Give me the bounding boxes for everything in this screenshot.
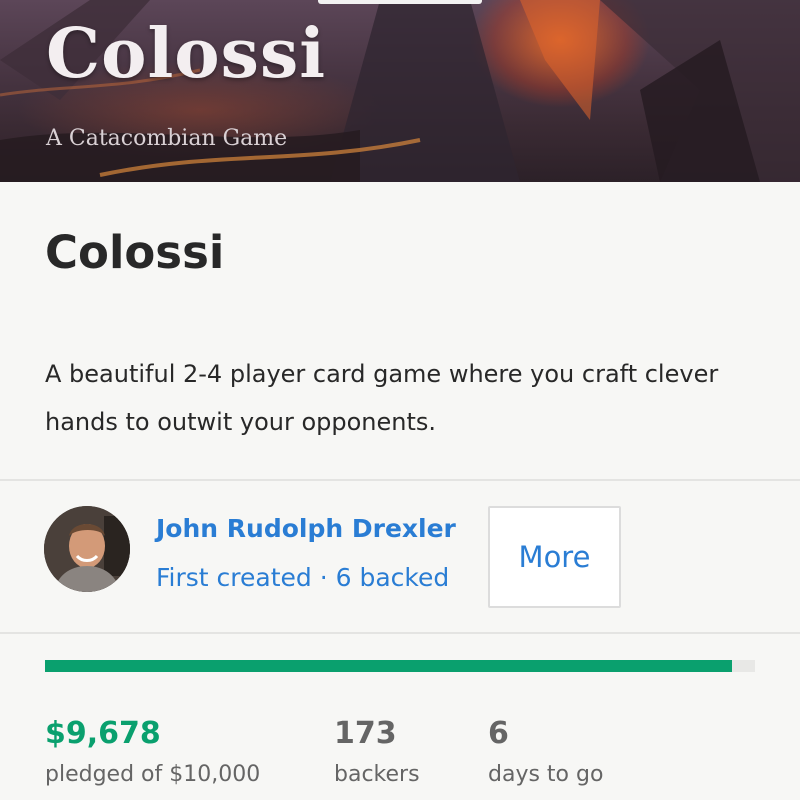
creator-meta-link[interactable]: First created · 6 backed	[156, 563, 449, 592]
project-blurb: A beautiful 2-4 player card game where y…	[45, 360, 719, 436]
creator-avatar[interactable]	[44, 506, 130, 592]
hero-subtitle: A Catacombian Game	[46, 126, 288, 151]
divider	[0, 632, 800, 634]
creator-photo	[44, 506, 130, 592]
funding-progress-bar	[45, 660, 755, 672]
divider	[0, 479, 800, 481]
project-title: Colossi	[45, 226, 225, 279]
hero-banner: Colossi A Catacombian Game	[0, 0, 800, 182]
funding-progress-fill	[45, 660, 733, 672]
pledged-goal-label: pledged of $10,000	[45, 762, 261, 787]
hero-logo-title: Colossi	[46, 14, 327, 94]
days-to-go-label: days to go	[488, 762, 604, 787]
creator-name-link[interactable]: John Rudolph Drexler	[156, 514, 456, 543]
backers-label: backers	[334, 762, 420, 787]
pledged-amount: $9,678	[45, 716, 161, 751]
more-button[interactable]: More	[488, 506, 621, 608]
days-to-go-count: 6	[488, 716, 509, 751]
backers-count: 173	[334, 716, 397, 751]
hero-top-tab	[318, 0, 482, 4]
